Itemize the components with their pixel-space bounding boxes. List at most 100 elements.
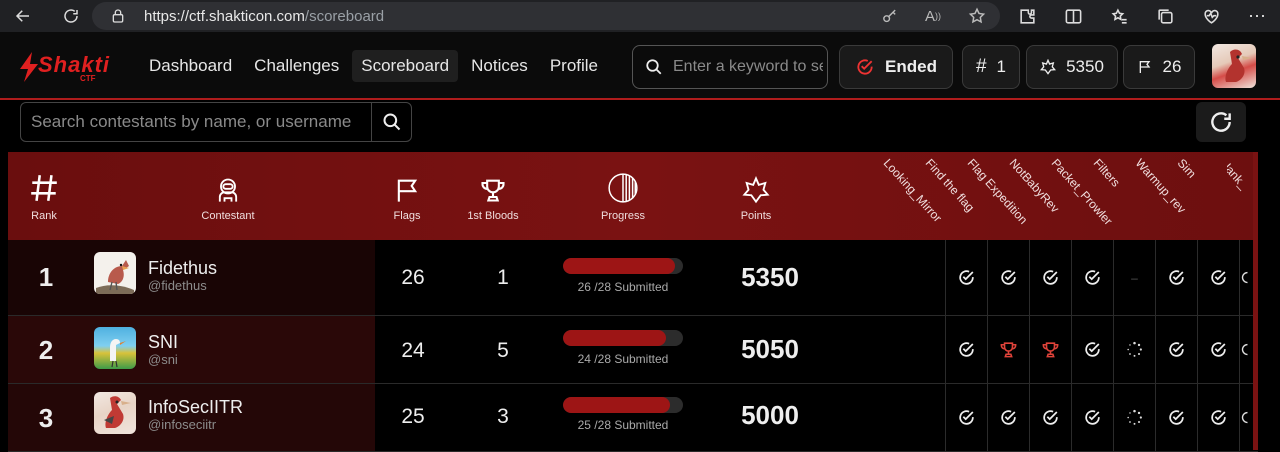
row-rank: 2 (38, 335, 54, 365)
address-bar[interactable]: https://ctf.shakticon.com/scoreboard A)) (92, 2, 1000, 30)
my-flags-value: 26 (1162, 57, 1182, 76)
row-flags: 24 (401, 339, 425, 362)
nav-scoreboard[interactable]: Scoreboard (352, 50, 459, 82)
search-button[interactable] (371, 103, 411, 141)
challenge-cells: – (945, 240, 1255, 315)
row-left-bg (8, 316, 375, 383)
challenge-label: Filters (1090, 156, 1123, 190)
row-points: 5000 (741, 400, 799, 430)
rank-column-header[interactable]: Rank (8, 152, 80, 240)
row-flags: 26 (401, 266, 425, 289)
search-icon (646, 59, 662, 75)
progress-circle-icon (608, 173, 638, 203)
table-row[interactable]: 3 InfoSecIITR @infoseciitr 25 3 25 /28 S… (8, 384, 1258, 452)
challenge-label: blank_ (1227, 156, 1251, 192)
avatar[interactable] (94, 327, 136, 369)
table-row[interactable]: 2 SNI @sni 24 5 24 /28 Submitted 5050 (8, 316, 1258, 384)
shakti-logo[interactable]: Shakti CTF (18, 52, 110, 86)
nav-challenges[interactable]: Challenges (245, 50, 348, 82)
contestant-name[interactable]: Fidethus (148, 258, 217, 279)
bloods-column-header[interactable]: 1st Bloods (458, 152, 528, 240)
contestant-column-label: Contestant (201, 210, 255, 222)
my-rank-badge[interactable]: # 1 (962, 45, 1020, 89)
favorites-icon[interactable] (1108, 5, 1130, 27)
progress-text: 26 /28 Submitted (577, 280, 669, 294)
logo-text: Shakti (38, 52, 111, 77)
solved-check-icon (1155, 240, 1197, 315)
first-blood-trophy-icon (987, 316, 1029, 383)
scoreboard-rows: 1 Fidethus @fidethus 26 1 26 /28 Submitt… (8, 240, 1258, 452)
refresh-icon (1211, 112, 1231, 132)
pending-spinner-icon (1113, 384, 1155, 451)
reload-icon[interactable] (58, 3, 84, 29)
solved-check-icon (1197, 384, 1239, 451)
row-points: 5350 (741, 262, 799, 292)
challenge-cells (945, 384, 1255, 451)
table-right-edge (1253, 152, 1258, 450)
star-burst-icon (742, 176, 770, 204)
status-text: Ended (885, 57, 937, 76)
contestant-username: @infoseciitr (148, 417, 217, 432)
contestant-username: @sni (148, 352, 178, 367)
my-points-badge[interactable]: 5350 (1026, 45, 1118, 89)
table-row[interactable]: 1 Fidethus @fidethus 26 1 26 /28 Submitt… (8, 240, 1258, 316)
favorite-star-icon[interactable] (968, 7, 986, 25)
nav-profile[interactable]: Profile (541, 50, 607, 82)
contestant-name[interactable]: InfoSecIITR (148, 397, 243, 418)
back-arrow-icon[interactable] (10, 3, 36, 29)
progress-bar (563, 258, 683, 274)
contestant-column-header: Contestant (188, 152, 268, 240)
progress-fill (563, 397, 670, 413)
nav-dashboard[interactable]: Dashboard (140, 50, 241, 82)
split-screen-icon[interactable] (1062, 5, 1084, 27)
row-flags: 25 (401, 405, 425, 428)
user-avatar[interactable] (1212, 44, 1256, 88)
contestant-name[interactable]: SNI (148, 332, 178, 353)
url-text: https://ctf.shakticon.com/scoreboard (144, 7, 385, 25)
key-icon[interactable] (880, 7, 898, 25)
extensions-icon[interactable] (1016, 5, 1038, 27)
main-nav: Dashboard Challenges Scoreboard Notices … (140, 50, 607, 82)
flags-column-header[interactable]: Flags (378, 152, 436, 240)
avatar[interactable] (94, 392, 136, 434)
nav-notices[interactable]: Notices (462, 50, 537, 82)
scoreboard-header: Rank Contestant Flags 1st Bloods Progres… (8, 152, 1258, 240)
progress-text: 25 /28 Submitted (577, 418, 669, 432)
collections-icon[interactable] (1154, 5, 1176, 27)
contestant-search (20, 102, 412, 142)
refresh-button[interactable] (1196, 102, 1246, 142)
flag-icon (397, 179, 418, 202)
read-aloud-icon[interactable]: A)) (924, 7, 942, 25)
browser-toolbar: https://ctf.shakticon.com/scoreboard A))… (0, 0, 1280, 32)
challenge-cells (945, 316, 1255, 383)
solved-check-icon (1029, 384, 1071, 451)
progress-fill (563, 258, 675, 274)
solved-check-icon (1029, 240, 1071, 315)
row-bloods: 3 (497, 405, 509, 428)
solved-check-icon (1071, 316, 1113, 383)
row-bloods: 5 (497, 339, 509, 362)
bolt-icon (20, 52, 38, 82)
solved-check-icon (1197, 316, 1239, 383)
check-circle-icon (857, 59, 873, 75)
points-column-header[interactable]: Points (720, 152, 792, 240)
rank-column-label: Rank (31, 210, 57, 222)
astronaut-icon (218, 178, 238, 202)
keyword-search-input[interactable] (673, 58, 823, 76)
solved-check-icon (987, 384, 1029, 451)
solved-check-icon (1071, 384, 1113, 451)
row-bloods: 1 (497, 266, 509, 289)
logo-sub: CTF (80, 74, 96, 83)
avatar[interactable] (94, 252, 136, 294)
ctf-status-badge[interactable]: Ended (839, 45, 953, 89)
progress-bar (563, 330, 683, 346)
pending-spinner-icon (1113, 316, 1155, 383)
more-menu-icon[interactable]: ⋯ (1246, 5, 1268, 27)
contestant-search-input[interactable] (31, 112, 371, 132)
my-rank-value: 1 (996, 57, 1007, 76)
health-icon[interactable] (1200, 5, 1222, 27)
my-flags-badge[interactable]: 26 (1123, 45, 1195, 89)
points-column-label: Points (740, 210, 772, 222)
solved-check-icon (945, 384, 987, 451)
first-blood-trophy-icon (1029, 316, 1071, 383)
